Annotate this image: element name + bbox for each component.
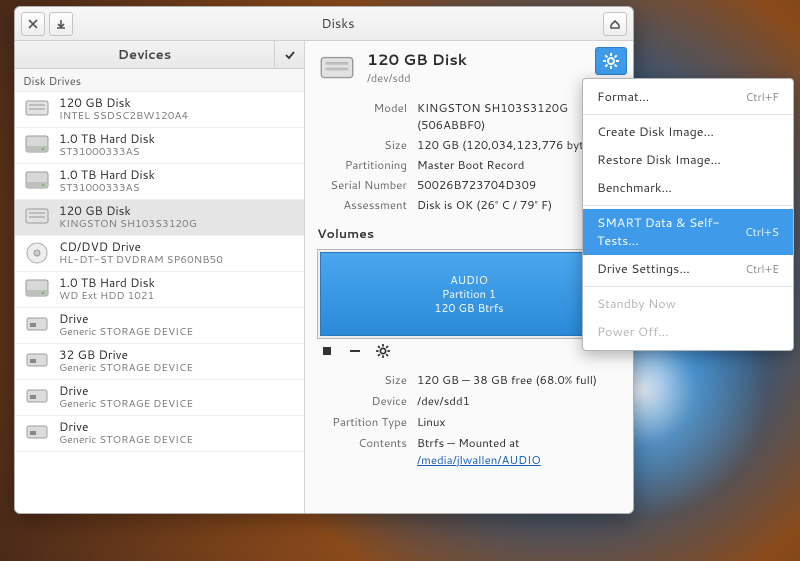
disk-device: /dev/sdd	[367, 70, 467, 86]
sidebar-item[interactable]: 1.0 TB Hard DiskWD Ext HDD 1021	[15, 272, 304, 308]
usb-icon	[23, 347, 51, 375]
sidebar-category: Disk Drives	[15, 69, 304, 92]
sidebar-item-title: Drive	[59, 384, 193, 398]
sidebar-item-title: CD/DVD Drive	[59, 240, 223, 254]
sidebar-item-subtitle: Generic STORAGE DEVICE	[59, 362, 193, 374]
window-title: Disks	[77, 15, 599, 33]
vol-size-label: Size	[317, 371, 417, 388]
sidebar-item[interactable]: 1.0 TB Hard DiskST31000333AS	[15, 128, 304, 164]
close-button[interactable]	[21, 12, 45, 36]
menu-benchmark[interactable]: Benchmark…	[583, 174, 793, 202]
mount-point-link[interactable]: /media/jlwallen/AUDIO	[417, 451, 541, 468]
maximize-button[interactable]	[603, 12, 627, 36]
volumes-label: Volumes	[317, 225, 621, 243]
sidebar-item[interactable]: CD/DVD DriveHL-DT-ST DVDRAM SP60NB50	[15, 236, 304, 272]
vol-contents-label: Contents	[317, 434, 417, 468]
sidebar-item-subtitle: Generic STORAGE DEVICE	[59, 326, 193, 338]
sidebar-item[interactable]: DriveGeneric STORAGE DEVICE	[15, 416, 304, 452]
vol-size-value: 120 GB — 38 GB free (68.0% full)	[417, 371, 621, 388]
sidebar-item-subtitle: ST31000333AS	[59, 182, 155, 194]
titlebar: Disks	[15, 7, 633, 41]
disk-icon	[317, 49, 357, 89]
delete-partition-button[interactable]	[347, 343, 363, 359]
sidebar-item-subtitle: Generic STORAGE DEVICE	[59, 398, 193, 410]
menu-power-off[interactable]: Power Off…	[583, 318, 793, 346]
vol-device-value: /dev/sdd1	[417, 392, 621, 409]
sidebar-item[interactable]: 120 GB DiskKINGSTON SH103S3120G	[15, 200, 304, 236]
volume-sub2: 120 GB Btrfs	[434, 301, 503, 315]
menu-drive-settings[interactable]: Drive Settings… Ctrl+E	[583, 255, 793, 283]
volume-toolbar	[317, 339, 621, 363]
serial-label: Serial Number	[317, 176, 417, 193]
sidebar-header-label: Devices	[15, 46, 274, 64]
menu-separator	[583, 205, 793, 206]
usb-icon	[23, 311, 51, 339]
sidebar-toggle-button[interactable]	[274, 41, 304, 68]
sidebar-item-title: 120 GB Disk	[59, 96, 188, 110]
devices-sidebar: Devices Disk Drives 120 GB DiskINTEL SSD…	[15, 41, 305, 513]
disks-window: Disks Devices Disk Drives 120 GB DiskINT…	[14, 6, 634, 514]
sidebar-item-subtitle: ST31000333AS	[59, 146, 155, 158]
menu-standby-now[interactable]: Standby Now	[583, 290, 793, 318]
ssd-icon	[23, 203, 51, 231]
menu-restore-disk-image[interactable]: Restore Disk Image…	[583, 146, 793, 174]
assessment-label: Assessment	[317, 196, 417, 213]
sidebar-item[interactable]: 120 GB DiskINTEL SSDSC2BW120A4	[15, 92, 304, 128]
sidebar-item[interactable]: DriveGeneric STORAGE DEVICE	[15, 308, 304, 344]
vol-pt-label: Partition Type	[317, 413, 417, 430]
sidebar-item-subtitle: HL-DT-ST DVDRAM SP60NB50	[59, 254, 223, 266]
volume-partition[interactable]: AUDIO Partition 1 120 GB Btrfs	[320, 252, 618, 336]
menu-smart-data[interactable]: SMART Data & Self-Tests… Ctrl+S	[583, 209, 793, 255]
drive-options-button[interactable]	[595, 47, 627, 75]
drive-options-menu: Format… Ctrl+F Create Disk Image… Restor…	[582, 78, 794, 351]
hdd-icon	[23, 275, 51, 303]
sidebar-item-title: 32 GB Drive	[59, 348, 193, 362]
sidebar-header: Devices	[15, 41, 304, 69]
volume-sub1: Partition 1	[442, 287, 496, 301]
optical-icon	[23, 239, 51, 267]
menu-separator	[583, 114, 793, 115]
sidebar-list: 120 GB DiskINTEL SSDSC2BW120A41.0 TB Har…	[15, 92, 304, 513]
sidebar-item-title: 1.0 TB Hard Disk	[59, 132, 155, 146]
vol-contents-value: Btrfs — Mounted at /media/jlwallen/AUDIO	[417, 434, 621, 468]
vol-pt-value: Linux	[417, 413, 621, 430]
app-menu-button[interactable]	[49, 12, 73, 36]
sidebar-item[interactable]: 32 GB DriveGeneric STORAGE DEVICE	[15, 344, 304, 380]
menu-separator	[583, 286, 793, 287]
sidebar-item-subtitle: INTEL SSDSC2BW120A4	[59, 110, 188, 122]
volume-name: AUDIO	[450, 273, 488, 287]
ssd-icon	[23, 95, 51, 123]
unmount-button[interactable]	[319, 343, 335, 359]
disk-title: 120 GB Disk	[367, 49, 467, 70]
vol-device-label: Device	[317, 392, 417, 409]
sidebar-item[interactable]: 1.0 TB Hard DiskST31000333AS	[15, 164, 304, 200]
usb-icon	[23, 419, 51, 447]
menu-create-disk-image[interactable]: Create Disk Image…	[583, 118, 793, 146]
size-label: Size	[317, 136, 417, 153]
disk-properties: Model KINGSTON SH103S3120G (506ABBF0) Si…	[317, 99, 621, 213]
sidebar-item-subtitle: Generic STORAGE DEVICE	[59, 434, 193, 446]
volume-options-button[interactable]	[375, 343, 391, 359]
sidebar-item-title: Drive	[59, 420, 193, 434]
sidebar-item-subtitle: WD Ext HDD 1021	[59, 290, 155, 302]
hdd-icon	[23, 167, 51, 195]
sidebar-item[interactable]: DriveGeneric STORAGE DEVICE	[15, 380, 304, 416]
volume-properties: Size 120 GB — 38 GB free (68.0% full) De…	[317, 371, 621, 468]
hdd-icon	[23, 131, 51, 159]
sidebar-item-subtitle: KINGSTON SH103S3120G	[59, 218, 197, 230]
menu-format[interactable]: Format… Ctrl+F	[583, 83, 793, 111]
sidebar-item-title: Drive	[59, 312, 193, 326]
partitioning-label: Partitioning	[317, 156, 417, 173]
sidebar-item-title: 120 GB Disk	[59, 204, 197, 218]
usb-icon	[23, 383, 51, 411]
volumes-map: AUDIO Partition 1 120 GB Btrfs	[317, 249, 621, 339]
sidebar-item-title: 1.0 TB Hard Disk	[59, 168, 155, 182]
model-label: Model	[317, 99, 417, 133]
sidebar-item-title: 1.0 TB Hard Disk	[59, 276, 155, 290]
